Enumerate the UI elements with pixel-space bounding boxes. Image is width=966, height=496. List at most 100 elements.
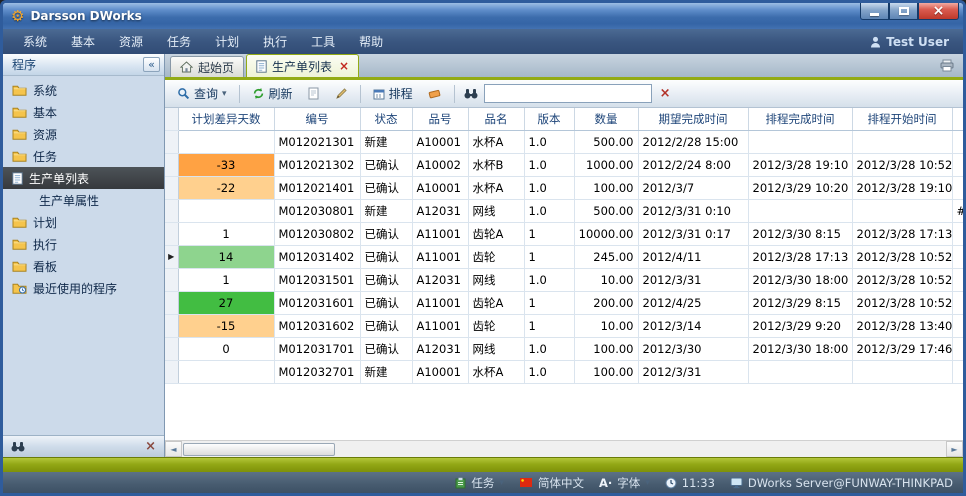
column-header-status[interactable]: 状态 bbox=[360, 108, 412, 130]
cell-expected[interactable]: 2012/4/11 bbox=[638, 245, 748, 268]
menu-item-6[interactable]: 执行 bbox=[251, 29, 299, 54]
cell-item_no[interactable]: A11001 bbox=[412, 314, 468, 337]
cell-version[interactable]: 1.0 bbox=[524, 153, 574, 176]
cell-expected[interactable]: 2012/3/7 bbox=[638, 176, 748, 199]
row-selector-cell[interactable] bbox=[165, 291, 178, 314]
column-header-no[interactable]: 编号 bbox=[274, 108, 360, 130]
cell-expected[interactable]: 2012/2/28 15:00 bbox=[638, 130, 748, 153]
clear-search-button[interactable]: × bbox=[655, 84, 676, 103]
cell-sched_end[interactable] bbox=[748, 360, 852, 383]
column-header-version[interactable]: 版本 bbox=[524, 108, 574, 130]
cell-item_no[interactable]: A11001 bbox=[412, 245, 468, 268]
cell-no[interactable]: M012021401 bbox=[274, 176, 360, 199]
cell-sched_end[interactable]: 2012/3/29 10:20 bbox=[748, 176, 852, 199]
cell-expected[interactable]: 2012/3/31 0:17 bbox=[638, 222, 748, 245]
cell-diff[interactable]: 1 bbox=[178, 268, 274, 291]
column-header-qty[interactable]: 数量 bbox=[574, 108, 638, 130]
cell-no[interactable]: M012021301 bbox=[274, 130, 360, 153]
cell-extra[interactable] bbox=[952, 222, 963, 245]
scrollbar-track[interactable] bbox=[182, 441, 946, 457]
cell-item_no[interactable]: A10001 bbox=[412, 360, 468, 383]
cell-sched_start[interactable]: 2012/3/28 10:52 bbox=[852, 153, 952, 176]
column-header-item_name[interactable]: 品名 bbox=[468, 108, 524, 130]
cell-qty[interactable]: 10.00 bbox=[574, 314, 638, 337]
cell-extra[interactable] bbox=[952, 176, 963, 199]
sidebar-item-1[interactable]: 系统 bbox=[3, 79, 164, 101]
cell-expected[interactable]: 2012/3/31 0:10 bbox=[638, 199, 748, 222]
cell-diff[interactable]: -33 bbox=[178, 153, 274, 176]
clear-schedule-button[interactable] bbox=[422, 85, 448, 103]
cell-sched_end[interactable]: 2012/3/30 18:00 bbox=[748, 268, 852, 291]
cell-qty[interactable]: 500.00 bbox=[574, 199, 638, 222]
sidebar-item-5[interactable]: 生产单列表 bbox=[3, 167, 164, 189]
find-binoculars-icon[interactable] bbox=[461, 88, 481, 99]
cell-version[interactable]: 1.0 bbox=[524, 360, 574, 383]
cell-no[interactable]: M012031402 bbox=[274, 245, 360, 268]
cell-item_name[interactable]: 水杯B bbox=[468, 153, 524, 176]
grid-search-input[interactable] bbox=[484, 84, 652, 103]
cell-sched_end[interactable]: 2012/3/30 8:15 bbox=[748, 222, 852, 245]
cell-expected[interactable]: 2012/3/31 bbox=[638, 268, 748, 291]
column-header-extra[interactable] bbox=[952, 108, 963, 130]
cell-sched_end[interactable]: 2012/3/29 8:15 bbox=[748, 291, 852, 314]
cell-no[interactable]: M012021302 bbox=[274, 153, 360, 176]
cell-item_name[interactable]: 网线 bbox=[468, 199, 524, 222]
cell-item_no[interactable]: A12031 bbox=[412, 199, 468, 222]
sidebar-item-2[interactable]: 基本 bbox=[3, 101, 164, 123]
cell-status[interactable]: 已确认 bbox=[360, 153, 412, 176]
row-selector-cell[interactable] bbox=[165, 130, 178, 153]
row-selector-cell[interactable] bbox=[165, 360, 178, 383]
sidebar-item-3[interactable]: 资源 bbox=[3, 123, 164, 145]
cell-extra[interactable] bbox=[952, 268, 963, 291]
cell-qty[interactable]: 200.00 bbox=[574, 291, 638, 314]
cell-item_name[interactable]: 齿轮 bbox=[468, 245, 524, 268]
cell-qty[interactable]: 1000.00 bbox=[574, 153, 638, 176]
cell-item_name[interactable]: 齿轮A bbox=[468, 291, 524, 314]
scroll-left-button[interactable]: ◄ bbox=[165, 441, 182, 457]
cell-extra[interactable] bbox=[952, 245, 963, 268]
cell-version[interactable]: 1.0 bbox=[524, 199, 574, 222]
cell-version[interactable]: 1.0 bbox=[524, 130, 574, 153]
cell-sched_start[interactable]: 2012/3/28 10:52 bbox=[852, 245, 952, 268]
printer-icon[interactable] bbox=[940, 59, 954, 72]
cell-sched_end[interactable]: 2012/3/30 18:00 bbox=[748, 337, 852, 360]
cell-version[interactable]: 1 bbox=[524, 314, 574, 337]
cell-extra[interactable] bbox=[952, 360, 963, 383]
cell-expected[interactable]: 2012/3/30 bbox=[638, 337, 748, 360]
refresh-button[interactable]: 刷新 bbox=[246, 82, 299, 105]
current-row-marker[interactable]: ▶ bbox=[165, 245, 178, 268]
sidebar-item-7[interactable]: 计划 bbox=[3, 211, 164, 233]
cell-qty[interactable]: 100.00 bbox=[574, 176, 638, 199]
cell-sched_end[interactable] bbox=[748, 199, 852, 222]
cell-diff[interactable] bbox=[178, 360, 274, 383]
cell-item_name[interactable]: 齿轮 bbox=[468, 314, 524, 337]
cell-sched_start[interactable] bbox=[852, 130, 952, 153]
cell-extra[interactable]: # bbox=[952, 199, 963, 222]
cell-item_name[interactable]: 齿轮A bbox=[468, 222, 524, 245]
cell-item_no[interactable]: A10001 bbox=[412, 176, 468, 199]
cell-extra[interactable] bbox=[952, 153, 963, 176]
cell-sched_start[interactable]: 2012/3/28 17:13 bbox=[852, 222, 952, 245]
cell-item_no[interactable]: A11001 bbox=[412, 291, 468, 314]
cell-qty[interactable]: 500.00 bbox=[574, 130, 638, 153]
row-selector-cell[interactable] bbox=[165, 222, 178, 245]
maximize-button[interactable] bbox=[889, 3, 918, 20]
new-button[interactable] bbox=[302, 84, 326, 103]
cell-item_name[interactable]: 网线 bbox=[468, 268, 524, 291]
menu-item-8[interactable]: 帮助 bbox=[347, 29, 395, 54]
binoculars-icon[interactable] bbox=[11, 441, 25, 452]
cell-qty[interactable]: 245.00 bbox=[574, 245, 638, 268]
cell-diff[interactable]: 1 bbox=[178, 222, 274, 245]
cell-status[interactable]: 新建 bbox=[360, 130, 412, 153]
cell-diff[interactable]: 27 bbox=[178, 291, 274, 314]
cell-sched_start[interactable]: 2012/3/28 10:52 bbox=[852, 268, 952, 291]
cell-sched_start[interactable]: 2012/3/28 10:52 bbox=[852, 291, 952, 314]
menu-item-4[interactable]: 任务 bbox=[155, 29, 203, 54]
query-button[interactable]: 查询 ▾ bbox=[171, 82, 233, 105]
cell-expected[interactable]: 2012/4/25 bbox=[638, 291, 748, 314]
cell-item_no[interactable]: A12031 bbox=[412, 268, 468, 291]
sidebar-item-6[interactable]: 生产单属性 bbox=[3, 189, 164, 211]
close-button[interactable]: × bbox=[918, 3, 959, 20]
row-selector-cell[interactable] bbox=[165, 268, 178, 291]
cell-status[interactable]: 已确认 bbox=[360, 222, 412, 245]
